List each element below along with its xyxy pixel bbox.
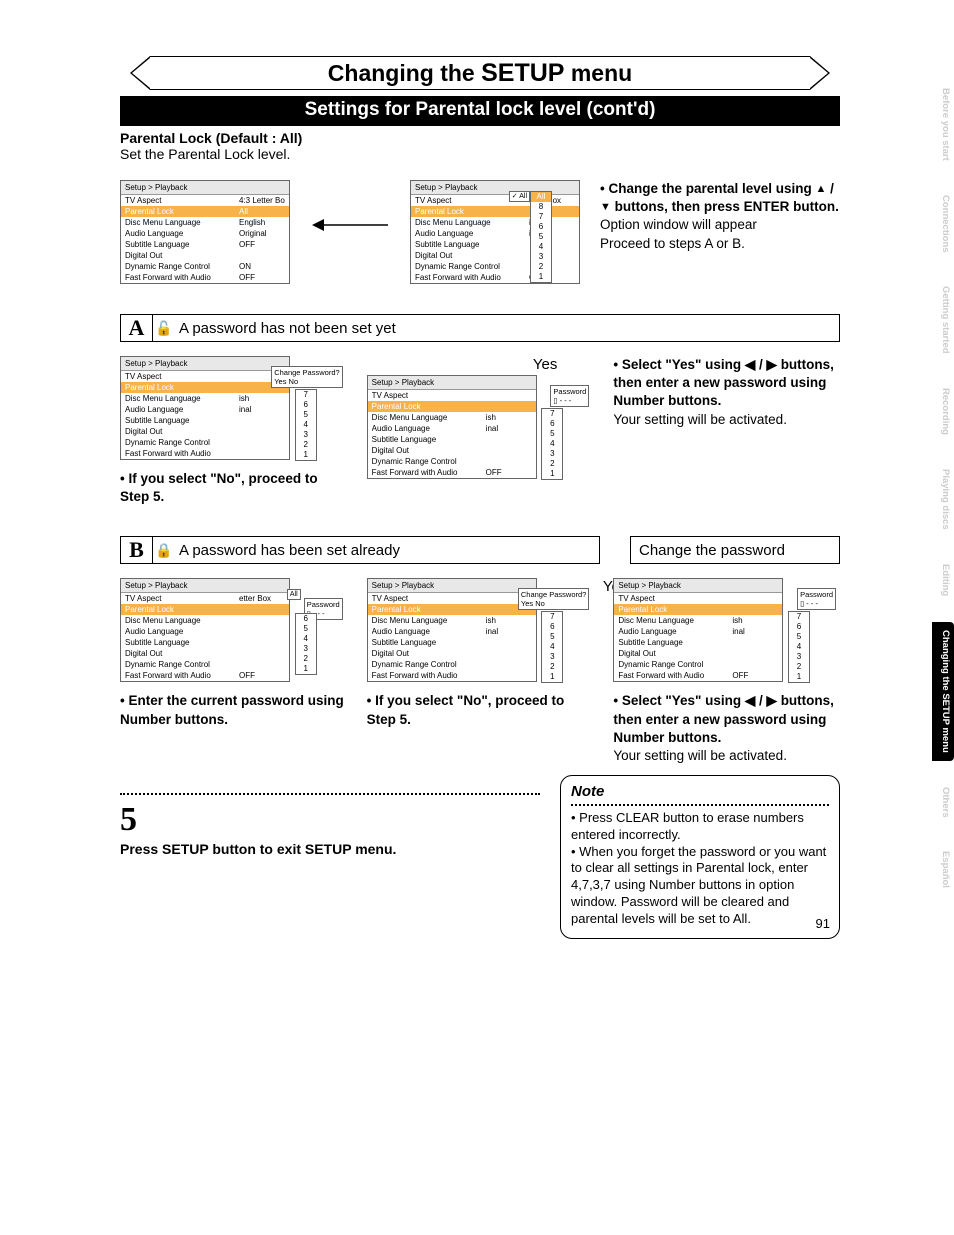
section-a-letter: A xyxy=(121,315,153,341)
level-dropdown-a2: 7 6 5 4 3 2 1 xyxy=(541,408,563,480)
note-item-2: • When you forget the password or you wa… xyxy=(571,844,829,928)
page-content: Changing the SETUP menu Settings for Par… xyxy=(120,50,840,939)
note-item-1: • Press CLEAR button to erase numbers en… xyxy=(571,810,829,844)
section-a-row: Setup > Playback TV Aspect Parental Lock… xyxy=(120,356,840,506)
tab-others[interactable]: Others xyxy=(932,779,954,826)
side-tabs: Before you start Connections Getting sta… xyxy=(932,80,954,896)
yes-label-a: Yes xyxy=(367,356,594,373)
section-b-row: Setup > Playback TV Aspectetter Box Pare… xyxy=(120,578,840,765)
change-password-popup: Change Password? Yes No xyxy=(271,366,342,388)
screenshot-playback-1: Setup > Playback TV Aspect4:3 Letter Box… xyxy=(120,180,290,284)
top-instruction: • Change the parental level using ▲ / ▼ … xyxy=(600,180,840,253)
screenshot-a-1: Setup > Playback TV Aspect Parental Lock… xyxy=(120,356,290,460)
intro-body: Set the Parental Lock level. xyxy=(120,146,840,162)
b-bullet-2: • If you select "No", proceed to Step 5. xyxy=(367,692,594,728)
page-title: Changing the SETUP menu xyxy=(328,59,632,88)
note-title: Note xyxy=(571,782,829,802)
section-a-label: A password has not been set yet xyxy=(175,315,839,341)
bottom-row: 5 Press SETUP button to exit SETUP menu.… xyxy=(120,775,840,939)
tab-connections[interactable]: Connections xyxy=(932,187,954,261)
change-password-heading: Change the password xyxy=(630,536,840,564)
password-popup-b3: Password ▯ - - - xyxy=(797,588,836,610)
level-dropdown-b2: 7 6 5 4 3 2 1 xyxy=(541,611,563,683)
tab-changing-setup-menu[interactable]: Changing the SETUP menu xyxy=(932,622,954,761)
section-a-instruction: • Select "Yes" using ◀ / ▶ buttons, then… xyxy=(613,356,840,429)
breadcrumb: Setup > Playback xyxy=(121,181,289,195)
b-bullet-3: • Select "Yes" using ◀ / ▶ buttons, then… xyxy=(613,692,840,765)
screenshot-playback-2: Setup > Playback TV Aspectetter Box Pare… xyxy=(410,180,580,284)
page-title-ribbon: Changing the SETUP menu xyxy=(120,50,840,96)
password-popup-a: Password ▯ - - - xyxy=(550,385,589,407)
row-top-screens: Setup > Playback TV Aspect4:3 Letter Box… xyxy=(120,180,840,284)
section-b-label: A password has been set already xyxy=(175,537,599,563)
section-a-bar: A 🔓 A password has not been set yet xyxy=(120,314,840,342)
page-subtitle: Settings for Parental lock level (cont'd… xyxy=(120,96,840,126)
unlock-icon: 🔓 xyxy=(153,315,175,341)
tab-playing-discs[interactable]: Playing discs xyxy=(932,461,954,538)
tab-recording[interactable]: Recording xyxy=(932,380,954,443)
page-number: 91 xyxy=(816,916,830,931)
all-tick-label: ✓ All xyxy=(509,191,530,202)
screenshot-a-2: Setup > Playback TV Aspect Parental Lock… xyxy=(367,375,537,479)
level-dropdown-b3: 7 6 5 4 3 2 1 xyxy=(788,611,810,683)
section-b-bar: B 🔒 A password has been set already xyxy=(120,536,600,564)
section-b-letter: B xyxy=(121,537,153,563)
level-dropdown-b1: 6 5 4 3 2 1 xyxy=(295,613,317,675)
intro-heading: Parental Lock (Default : All) xyxy=(120,130,840,146)
section-a-no-bullet: • If you select "No", proceed to Step 5. xyxy=(120,470,347,506)
note-box: Note • Press CLEAR button to erase numbe… xyxy=(560,775,840,939)
tab-getting-started[interactable]: Getting started xyxy=(932,278,954,362)
intro-block: Parental Lock (Default : All) Set the Pa… xyxy=(120,130,840,162)
tab-before-you-start[interactable]: Before you start xyxy=(932,80,954,169)
change-password-popup-b: Change Password? Yes No xyxy=(518,588,589,610)
tab-editing[interactable]: Editing xyxy=(932,556,954,604)
step-5-number: 5 xyxy=(120,801,540,839)
divider xyxy=(120,793,540,795)
lock-icon: 🔒 xyxy=(153,537,175,563)
screenshot-b-3: Setup > Playback TV Aspect Parental Lock… xyxy=(613,578,783,682)
b-bullet-1: • Enter the current password using Numbe… xyxy=(120,692,347,728)
screenshot-b-2: Setup > Playback TV Aspect Parental Lock… xyxy=(367,578,537,682)
level-dropdown: All 8 7 6 5 4 3 2 1 xyxy=(530,191,552,283)
all-label-b1: All xyxy=(287,589,301,600)
step-5-text: Press SETUP button to exit SETUP menu. xyxy=(120,841,540,857)
screenshot-b-1: Setup > Playback TV Aspectetter Box Pare… xyxy=(120,578,290,682)
breadcrumb: Setup > Playback xyxy=(411,181,579,195)
left-arrow-icon xyxy=(310,180,390,270)
tab-espanol[interactable]: Español xyxy=(932,843,954,896)
level-dropdown-a1: 7 6 5 4 3 2 1 xyxy=(295,389,317,461)
